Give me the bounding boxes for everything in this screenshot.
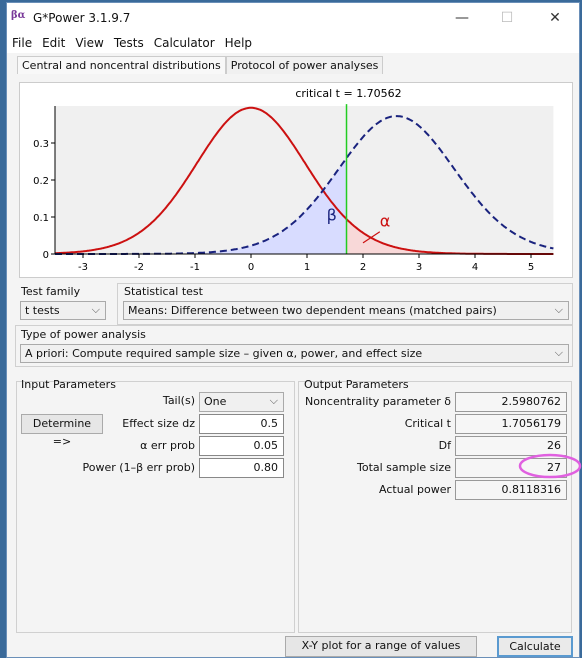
x-tick-label: 0 xyxy=(248,262,254,273)
test-family-value: t tests xyxy=(25,304,60,317)
statistical-test-select[interactable]: Means: Difference between two dependent … xyxy=(123,301,569,320)
gpower-window: βα G*Power 3.1.9.7 — ☐ ✕ File Edit View … xyxy=(6,2,582,658)
tab-distributions[interactable]: Central and noncentral distributions xyxy=(17,56,226,74)
x-tick-label: 2 xyxy=(360,262,366,273)
chevron-down-icon: ⌵ xyxy=(554,346,563,359)
y-tick-label: 0.1 xyxy=(33,213,49,224)
beta-label: β xyxy=(327,206,337,225)
menu-help[interactable]: Help xyxy=(220,33,257,53)
test-family-label: Test family xyxy=(21,285,81,298)
input-parameters-title: Input Parameters xyxy=(21,378,116,391)
minimize-button[interactable]: — xyxy=(442,7,482,29)
x-tick-label: -2 xyxy=(134,262,144,273)
x-tick-label: -3 xyxy=(78,262,88,273)
analysis-type-label: Type of power analysis xyxy=(21,328,146,341)
chevron-down-icon: ⌵ xyxy=(554,303,563,316)
y-tick-label: 0.3 xyxy=(33,139,49,150)
output-label: Critical t xyxy=(404,417,451,430)
output-value: 2.5980762 xyxy=(455,392,567,412)
menu-file[interactable]: File xyxy=(7,33,37,53)
app-logo-icon: βα xyxy=(11,10,26,21)
y-tick-label: 0.2 xyxy=(33,176,49,187)
distribution-plot: -3 -2 -1 0 1 2 3 4 5 0 0.1 0.2 0.3 critical t = 1.705… xyxy=(19,82,573,278)
output-parameters-title: Output Parameters xyxy=(304,378,409,391)
tails-select[interactable]: One ⌵ xyxy=(199,392,284,412)
output-label: Noncentrality parameter δ xyxy=(304,395,451,408)
tails-value: One xyxy=(204,395,227,408)
power-input[interactable]: 0.80 xyxy=(199,458,284,478)
x-tick-label: 4 xyxy=(472,262,478,273)
distribution-chart: -3 -2 -1 0 1 2 3 4 5 0 0.1 0.2 0.3 critical t = 1.705… xyxy=(33,87,554,273)
output-value: 1.7056179 xyxy=(455,414,567,434)
x-tick-label: 3 xyxy=(416,262,422,273)
maximize-button[interactable]: ☐ xyxy=(487,7,527,29)
determine-button[interactable]: Determine => xyxy=(21,414,103,448)
statistical-test-label: Statistical test xyxy=(124,285,203,298)
menu-edit[interactable]: Edit xyxy=(37,33,70,53)
effect-size-label: Effect size dz xyxy=(122,417,195,430)
menu-tests[interactable]: Tests xyxy=(109,33,149,53)
output-value: 0.8118316 xyxy=(455,480,567,500)
menu-view[interactable]: View xyxy=(70,33,108,53)
calculate-button[interactable]: Calculate xyxy=(497,636,573,657)
statistical-test-value: Means: Difference between two dependent … xyxy=(128,304,497,317)
analysis-type-select[interactable]: A priori: Compute required sample size –… xyxy=(20,344,569,363)
menu-calculator[interactable]: Calculator xyxy=(149,33,220,53)
output-label: Total sample size xyxy=(356,461,451,474)
x-tick-label: 1 xyxy=(304,262,310,273)
menu-bar: File Edit View Tests Calculator Help xyxy=(7,33,579,53)
effect-size-input[interactable]: 0.5 xyxy=(199,414,284,434)
chevron-down-icon: ⌵ xyxy=(91,303,100,316)
alpha-label: α xyxy=(380,211,391,230)
test-family-select[interactable]: t tests ⌵ xyxy=(20,301,106,320)
xy-plot-button[interactable]: X-Y plot for a range of values xyxy=(285,636,477,657)
tab-protocol[interactable]: Protocol of power analyses xyxy=(225,56,384,74)
x-tick-label: 5 xyxy=(528,262,534,273)
alpha-input[interactable]: 0.05 xyxy=(199,436,284,456)
y-tick-label: 0 xyxy=(43,250,49,261)
tails-label: Tail(s) xyxy=(162,394,195,407)
power-label: Power (1–β err prob) xyxy=(82,461,195,474)
close-button[interactable]: ✕ xyxy=(535,7,575,29)
highlight-circle-annotation xyxy=(518,453,582,479)
output-label: Actual power xyxy=(379,483,451,496)
output-label: Df xyxy=(438,439,451,452)
window-title: G*Power 3.1.9.7 xyxy=(33,11,131,25)
x-tick-label: -1 xyxy=(190,262,200,273)
critical-t-label: critical t = 1.70562 xyxy=(295,87,401,100)
title-bar: βα G*Power 3.1.9.7 — ☐ ✕ xyxy=(7,3,579,33)
alpha-label: α err prob xyxy=(140,439,195,452)
analysis-type-value: A priori: Compute required sample size –… xyxy=(25,347,423,360)
chevron-down-icon: ⌵ xyxy=(269,394,278,407)
